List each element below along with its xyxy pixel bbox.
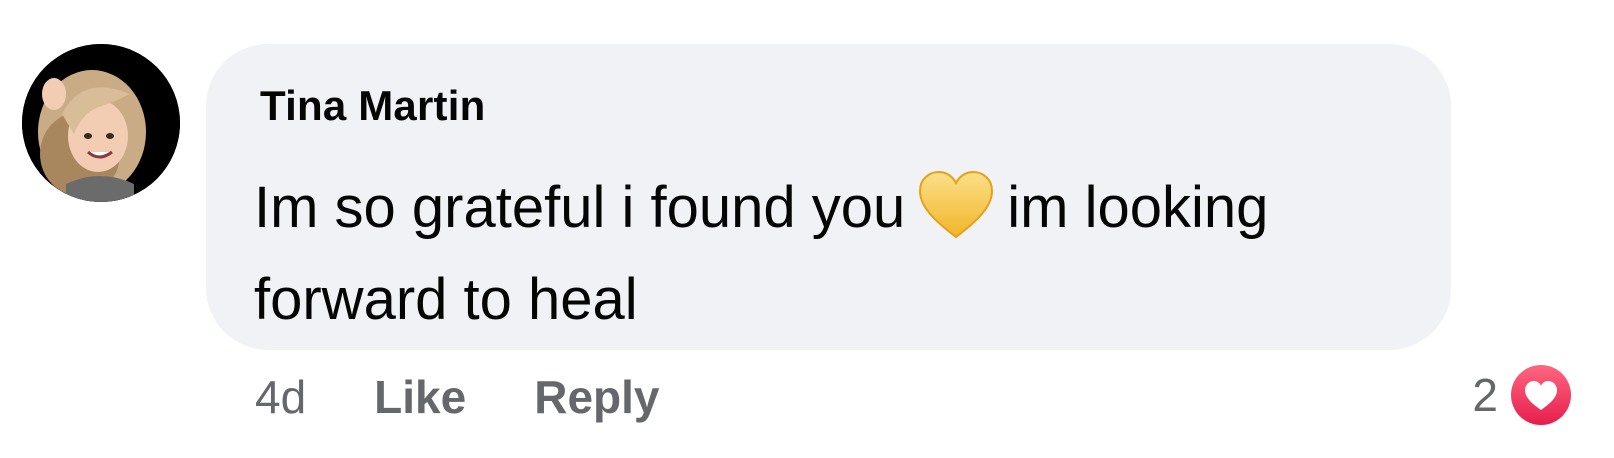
love-reaction-icon <box>1506 360 1576 430</box>
comment: Tina Martin Im so grateful i found you i… <box>0 0 1614 458</box>
comment-timestamp[interactable]: 4d <box>255 370 306 424</box>
reaction-count: 2 <box>1472 369 1498 421</box>
comment-author[interactable]: Tina Martin <box>260 82 485 130</box>
yellow-heart-icon <box>919 170 994 239</box>
reply-button[interactable]: Reply <box>534 370 659 424</box>
comment-text: Im so grateful i found you im looking fo… <box>254 162 1414 346</box>
comment-actions: 4d Like Reply <box>255 370 727 424</box>
avatar-memoji-icon <box>22 44 180 202</box>
comment-text-part-1: Im so grateful i found you <box>254 175 906 240</box>
reaction-summary[interactable]: 2 <box>1472 360 1576 430</box>
like-button[interactable]: Like <box>374 370 466 424</box>
avatar[interactable] <box>22 44 180 202</box>
comment-bubble: Tina Martin Im so grateful i found you i… <box>206 44 1451 350</box>
